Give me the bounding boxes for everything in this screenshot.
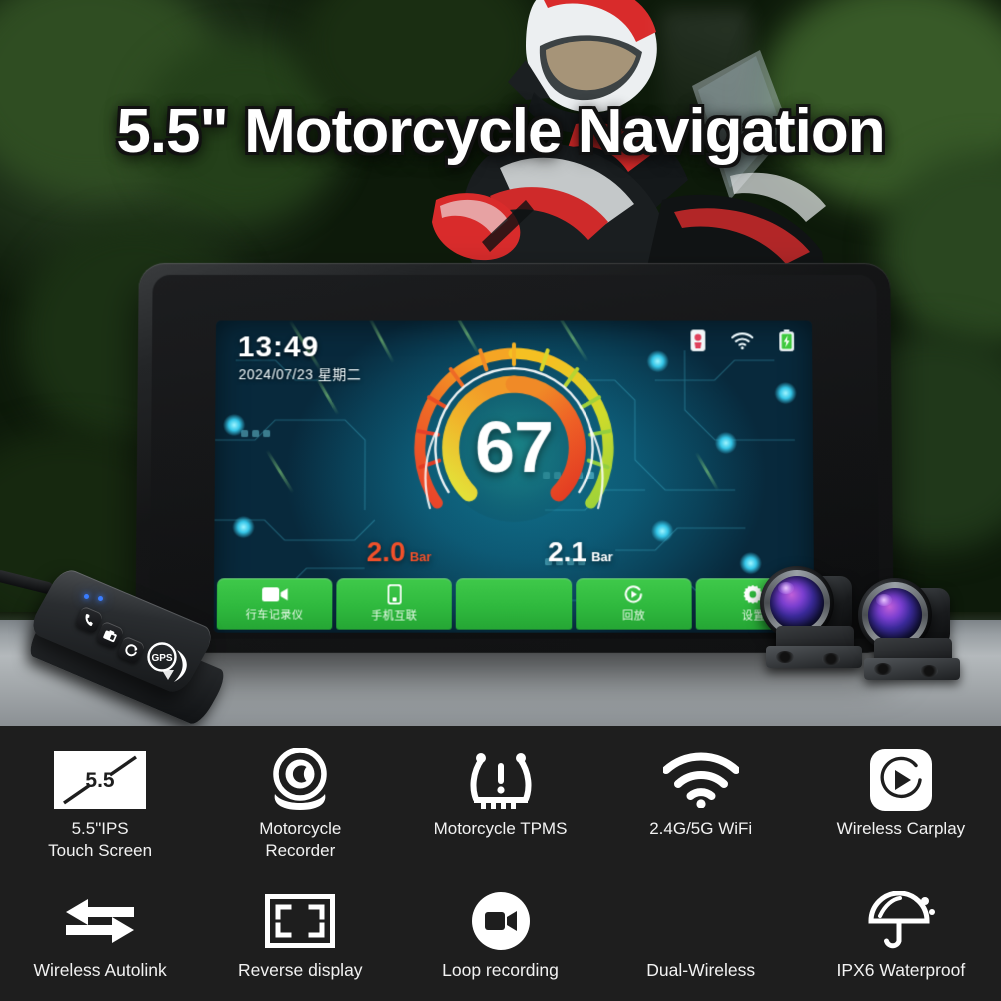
feature-loop-recording-label: Loop recording — [442, 960, 559, 980]
reverse-display-icon — [265, 889, 336, 953]
speed-value: 67 — [474, 408, 554, 489]
wifi-icon — [662, 748, 739, 812]
mount-hole — [776, 651, 794, 663]
feature-recorder: Motorcycle Recorder — [200, 748, 400, 862]
feature-ips-screen: 5.5 5.5"IPS Touch Screen — [0, 748, 200, 862]
smartphone-icon — [387, 584, 401, 604]
menu-button-phone-link[interactable]: 手机互联 — [336, 578, 453, 630]
remote-led — [84, 594, 89, 599]
mount-hole — [822, 653, 840, 665]
feature-wifi-label: 2.4G/5G WiFi — [649, 819, 753, 838]
feature-row-1: 5.5 5.5"IPS Touch Screen Motorcycle Reco… — [0, 748, 1001, 862]
gps-badge: GPS — [144, 640, 187, 682]
product-marketing-image: 5.5" Motorcycle Navigation 13:49 2024/07… — [0, 0, 1001, 1001]
menu-button-phone-link-label: 手机互联 — [371, 610, 418, 623]
dashcam-icon — [265, 748, 335, 812]
speedometer-gauge: 67 — [394, 328, 635, 568]
tpms-rear-value: 2.1 — [548, 536, 588, 568]
battery-icon — [779, 329, 794, 351]
page-title: 5.5" Motorcycle Navigation — [116, 97, 885, 166]
screen-menu-bar: 行车记录仪 手机互联 回放 设置 — [214, 578, 815, 632]
remote-led — [98, 596, 103, 601]
feature-carplay: Wireless Carplay — [801, 748, 1001, 862]
screen-glow — [232, 516, 255, 539]
menu-button-playback[interactable]: 回放 — [575, 578, 692, 630]
camera-module-left — [760, 566, 862, 668]
mount-hole — [920, 665, 938, 677]
screen-size-icon: 5.5 — [52, 748, 148, 812]
mount-hole — [874, 663, 892, 675]
feature-wifi: 2.4G/5G WiFi — [601, 748, 801, 862]
screen-glow — [651, 520, 674, 543]
feature-waterproof-label: IPX6 Waterproof — [836, 960, 966, 980]
screen-glow — [223, 414, 246, 437]
carplay-icon — [869, 748, 932, 812]
feature-ips-screen-label: 5.5"IPS Touch Screen — [48, 819, 153, 860]
screen-size-badge: 5.5 — [85, 769, 115, 792]
handlebar-remote: GPS — [22, 565, 232, 726]
umbrella-icon — [867, 889, 935, 953]
feature-tpms-label: Motorcycle TPMS — [433, 819, 568, 838]
screen-glow — [739, 552, 762, 575]
camera-lens-glint — [876, 594, 892, 606]
screen-glow — [646, 350, 669, 373]
phone-link-icon — [690, 329, 705, 351]
feature-reverse-display-label: Reverse display — [238, 960, 363, 980]
camera-lens-glint — [778, 582, 794, 594]
feature-autolink-label: Wireless Autolink — [33, 960, 167, 980]
status-bar-icons — [690, 329, 794, 351]
feature-waterproof: IPX6 Waterproof — [801, 889, 1001, 981]
menu-button-playback-label: 回放 — [622, 610, 646, 623]
tpms-icon — [468, 748, 534, 812]
svg-text:GPS: GPS — [151, 653, 172, 664]
tpms-rear-pressure: 2.1 Bar — [548, 536, 613, 568]
menu-button-empty[interactable] — [456, 578, 572, 630]
loop-recording-icon — [471, 889, 530, 953]
video-camera-icon — [261, 585, 288, 603]
device-screen[interactable]: 13:49 2024/07/23 星期二 67 2.0 Bar 2.1 Bar … — [213, 320, 815, 633]
hero-photo: 5.5" Motorcycle Navigation 13:49 2024/07… — [0, 0, 1001, 726]
autolink-arrows-icon — [62, 889, 138, 953]
feature-recorder-label: Motorcycle Recorder — [259, 819, 342, 860]
tpms-rear-unit: Bar — [591, 549, 613, 565]
feature-row-2: Wireless Autolink Reverse display Loop r… — [0, 889, 1001, 981]
feature-carplay-label: Wireless Carplay — [836, 819, 966, 838]
screen-glow — [774, 382, 797, 405]
menu-button-dashcam[interactable]: 行车记录仪 — [216, 578, 333, 630]
clock-date: 2024/07/23 星期二 — [238, 366, 362, 383]
tpms-front-pressure: 2.0 Bar — [367, 536, 432, 568]
feature-reverse-display: Reverse display — [200, 889, 400, 981]
camera-module-right — [858, 578, 960, 680]
feature-autolink: Wireless Autolink — [0, 889, 200, 981]
playback-icon — [624, 584, 644, 604]
tpms-front-value: 2.0 — [366, 536, 406, 568]
feature-loop-recording: Loop recording — [400, 889, 600, 981]
tpms-front-unit: Bar — [409, 549, 432, 565]
feature-tpms: Motorcycle TPMS — [400, 748, 600, 862]
menu-button-dashcam-label: 行车记录仪 — [245, 609, 304, 622]
feature-dual-wireless-label: Dual-Wireless — [646, 960, 756, 980]
screen-glow — [714, 432, 737, 455]
clock-time: 13:49 — [237, 330, 320, 364]
wifi-icon — [731, 332, 753, 349]
feature-dual-wireless: Dual-Wireless — [601, 889, 801, 981]
feature-panel: 5.5 5.5"IPS Touch Screen Motorcycle Reco… — [0, 726, 1001, 1001]
